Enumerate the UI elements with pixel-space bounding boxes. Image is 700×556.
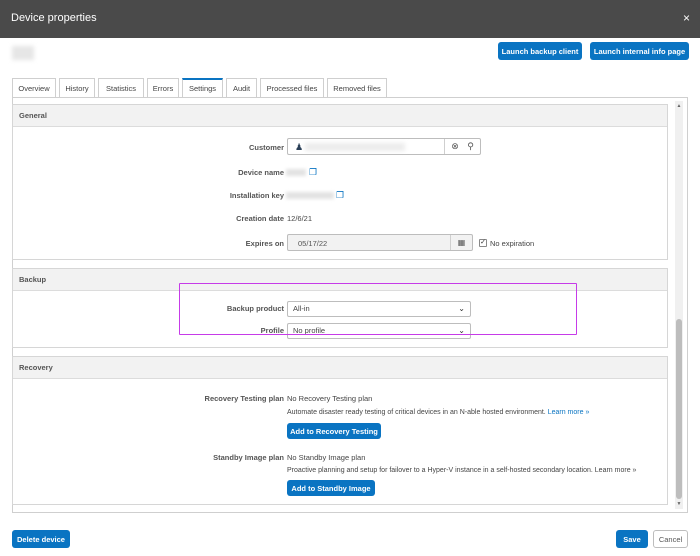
checkmark-icon: ✓ — [480, 239, 486, 246]
customer-value — [305, 143, 405, 151]
tab-settings[interactable]: Settings — [182, 78, 223, 97]
standby-image-status: No Standby Image plan — [287, 453, 366, 462]
recovery-testing-status: No Recovery Testing plan — [287, 394, 373, 403]
recovery-testing-label: Recovery Testing plan — [204, 394, 284, 403]
scroll-down-icon[interactable]: ▼ — [675, 501, 683, 507]
add-to-recovery-testing-button[interactable]: Add to Recovery Testing — [287, 423, 381, 439]
launch-backup-client-button[interactable]: Launch backup client — [498, 42, 582, 60]
creation-date-value: 12/6/21 — [287, 214, 313, 223]
close-icon[interactable]: × — [683, 11, 690, 25]
recovery-section-header: Recovery — [13, 357, 667, 379]
vertical-scrollbar[interactable]: ▲ ▼ — [675, 101, 683, 509]
expires-on-label: Expires on — [245, 239, 284, 248]
expires-on-field[interactable]: 05/17/22 ▦ — [287, 234, 473, 251]
device-name-value — [286, 169, 306, 176]
add-to-standby-image-button[interactable]: Add to Standby Image — [287, 480, 375, 496]
recovery-testing-highlight — [179, 283, 577, 335]
copy-icon[interactable]: ❐ — [336, 190, 344, 201]
copy-icon[interactable]: ❐ — [309, 167, 317, 178]
scroll-up-icon[interactable]: ▲ — [675, 103, 683, 109]
general-section-header: General — [13, 105, 667, 127]
tab-statistics[interactable]: Statistics — [98, 78, 144, 97]
general-section: General Customer ♟ ⊗ ⚲ Device name ❐ Ins… — [12, 104, 668, 260]
save-button[interactable]: Save — [616, 530, 648, 548]
window-title: Device properties — [11, 12, 97, 24]
launch-internal-info-button[interactable]: Launch internal info page — [590, 42, 689, 60]
recovery-testing-description-text: Automate disaster ready testing of criti… — [287, 409, 548, 416]
cancel-button[interactable]: Cancel — [653, 530, 688, 548]
expires-on-value: 05/17/22 — [298, 239, 328, 248]
recovery-testing-description: Automate disaster ready testing of criti… — [287, 409, 592, 416]
no-expiration-label: No expiration — [490, 239, 535, 248]
installation-key-label: Installation key — [229, 191, 284, 200]
tab-errors[interactable]: Errors — [147, 78, 179, 97]
calendar-icon[interactable]: ▦ — [450, 235, 472, 250]
scroll-thumb[interactable] — [676, 319, 682, 499]
tab-audit[interactable]: Audit — [226, 78, 257, 97]
installation-key-value — [286, 192, 334, 199]
tab-processed-files[interactable]: Processed files — [260, 78, 324, 97]
no-expiration-checkbox[interactable]: ✓ — [479, 239, 487, 247]
title-bar: Device properties × — [0, 0, 700, 38]
learn-more-link[interactable]: Learn more » — [548, 409, 590, 416]
recovery-section: Recovery Recovery Testing plan No Recove… — [12, 356, 668, 505]
creation-date-label: Creation date — [236, 214, 284, 223]
search-icon[interactable]: ⚲ — [461, 138, 481, 155]
person-icon: ♟ — [295, 142, 304, 152]
dialog-footer: Delete device Save Cancel — [0, 522, 700, 556]
standby-image-description: Proactive planning and setup for failove… — [287, 467, 637, 474]
tab-overview[interactable]: Overview — [12, 78, 56, 97]
tab-history[interactable]: History — [59, 78, 95, 97]
customer-label: Customer — [248, 143, 284, 152]
device-name-label: Device name — [238, 168, 284, 177]
tab-removed-files[interactable]: Removed files — [327, 78, 387, 97]
device-avatar — [12, 46, 34, 60]
device-toolbar: Launch backup client Launch internal inf… — [0, 38, 700, 66]
delete-device-button[interactable]: Delete device — [12, 530, 70, 548]
customer-field[interactable]: ♟ ⊗ — [287, 138, 469, 155]
standby-image-label: Standby Image plan — [213, 453, 284, 462]
